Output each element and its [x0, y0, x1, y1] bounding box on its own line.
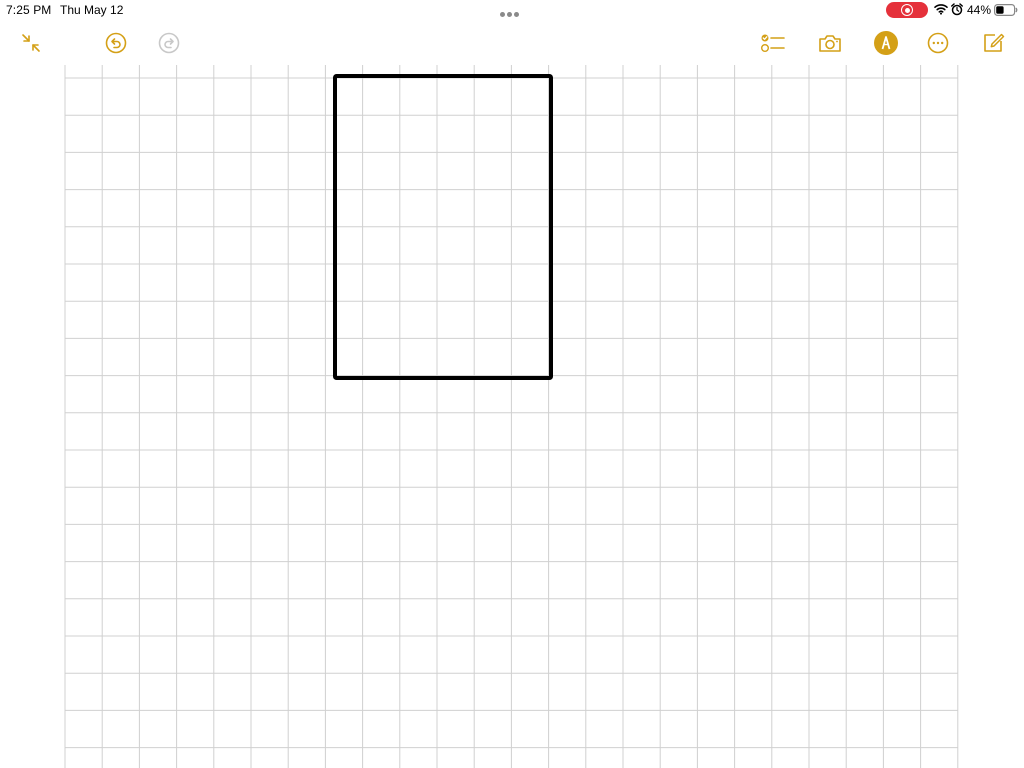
checklist-icon	[761, 34, 785, 52]
note-canvas[interactable]	[0, 0, 1024, 768]
grid-paper	[64, 65, 959, 768]
battery-icon	[994, 4, 1018, 16]
compose-icon	[984, 33, 1005, 52]
status-date: Thu May 12	[60, 3, 124, 17]
checklist-button[interactable]	[760, 30, 786, 56]
redo-icon	[158, 32, 180, 54]
notes-screen: 7:25 PM Thu May 12 44%	[0, 0, 1024, 768]
multitasking-dots-icon[interactable]	[500, 6, 524, 17]
screen-record-icon[interactable]	[886, 2, 928, 18]
camera-button[interactable]	[817, 30, 843, 56]
undo-button[interactable]	[103, 30, 129, 56]
more-button[interactable]	[925, 30, 951, 56]
camera-icon	[819, 35, 841, 52]
markup-pen-icon	[874, 31, 898, 55]
undo-icon	[105, 32, 127, 54]
wifi-icon	[934, 4, 948, 15]
collapse-arrows-icon	[22, 34, 40, 52]
status-bar: 7:25 PM Thu May 12 44%	[0, 0, 1024, 22]
battery-percent: 44%	[967, 3, 992, 17]
redo-button[interactable]	[156, 30, 182, 56]
compose-button[interactable]	[980, 30, 1006, 56]
collapse-button[interactable]	[18, 30, 44, 56]
status-time: 7:25 PM	[6, 3, 52, 17]
alarm-icon	[951, 3, 963, 16]
more-ellipsis-icon	[927, 32, 949, 54]
markup-button[interactable]	[873, 30, 899, 56]
